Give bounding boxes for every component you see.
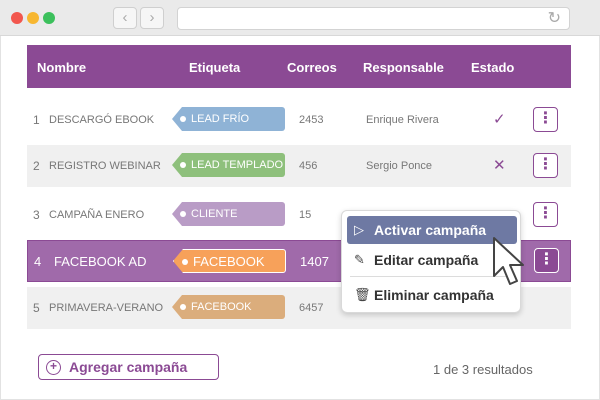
menu-item-label: Activar campaña [374,222,487,238]
row-index: 2 [33,159,40,173]
campaign-name: PRIMAVERA-VERANO [49,302,164,314]
table-header: Nombre Etiqueta Correos Responsable Esta… [27,45,571,88]
campaign-name: FACEBOOK AD [54,254,147,269]
maximize-window-icon[interactable] [43,12,55,24]
column-header-tag[interactable]: Etiqueta [189,60,240,75]
tag-label: FACEBOOK [173,249,286,273]
row-menu-button[interactable]: ⋮ [534,248,559,273]
row-menu-button[interactable]: ⋮ [533,107,558,132]
table-row[interactable]: 2 REGISTRO WEBINAR LEAD TEMPLADO 456 Ser… [27,145,571,187]
mail-count: 456 [299,160,318,172]
row-menu-button[interactable]: ⋮ [533,202,558,227]
mouse-pointer-icon [493,237,524,285]
back-button[interactable]: ‹ [113,7,137,29]
reload-icon[interactable]: ↻ [548,9,561,29]
trash-icon: 🗑 [354,287,371,302]
column-header-state[interactable]: Estado [471,60,514,75]
table-row[interactable]: 1 DESCARGÓ EBOOK LEAD FRÍO 2453 Enrique … [27,99,571,141]
column-header-mails[interactable]: Correos [287,60,337,75]
campaign-name: REGISTRO WEBINAR [49,160,161,172]
add-campaign-label: Agregar campaña [69,359,188,375]
close-window-icon[interactable] [11,12,23,24]
check-icon: ✓ [493,111,506,128]
play-icon: ▷ [354,222,364,237]
owner-name: Enrique Rivera [366,114,439,126]
column-header-owner[interactable]: Responsable [363,60,444,75]
tag-label: FACEBOOK [172,295,285,319]
forward-button[interactable]: › [140,7,164,29]
add-campaign-button[interactable]: + Agregar campaña [38,354,219,380]
owner-name: Sergio Ponce [366,160,433,172]
mail-count: 1407 [300,254,329,269]
mail-count: 6457 [299,302,324,314]
campaign-name: DESCARGÓ EBOOK [49,114,155,126]
tag-label: LEAD TEMPLADO [172,153,285,177]
tag-label: CLIENTE [172,202,285,226]
row-index: 1 [33,113,40,127]
cross-icon: ✕ [493,157,506,174]
mail-count: 15 [299,209,312,221]
minimize-window-icon[interactable] [27,12,39,24]
row-index: 3 [33,208,40,222]
menu-item-label: Editar campaña [374,252,479,268]
row-index: 5 [33,301,40,315]
column-header-name[interactable]: Nombre [37,60,86,75]
browser-toolbar: ‹ › ↻ [0,0,600,36]
edit-icon: ✎ [354,252,365,267]
add-circle-icon: + [46,360,61,375]
mail-count: 2453 [299,114,324,126]
row-menu-button[interactable]: ⋮ [533,153,558,178]
row-index: 4 [34,254,42,269]
tag-label: LEAD FRÍO [172,107,285,131]
menu-item-label: Eliminar campaña [374,287,494,303]
campaign-name: CAMPAÑA ENERO [49,209,145,221]
address-bar[interactable]: ↻ [177,7,570,30]
results-count: 1 de 3 resultados [433,362,533,377]
